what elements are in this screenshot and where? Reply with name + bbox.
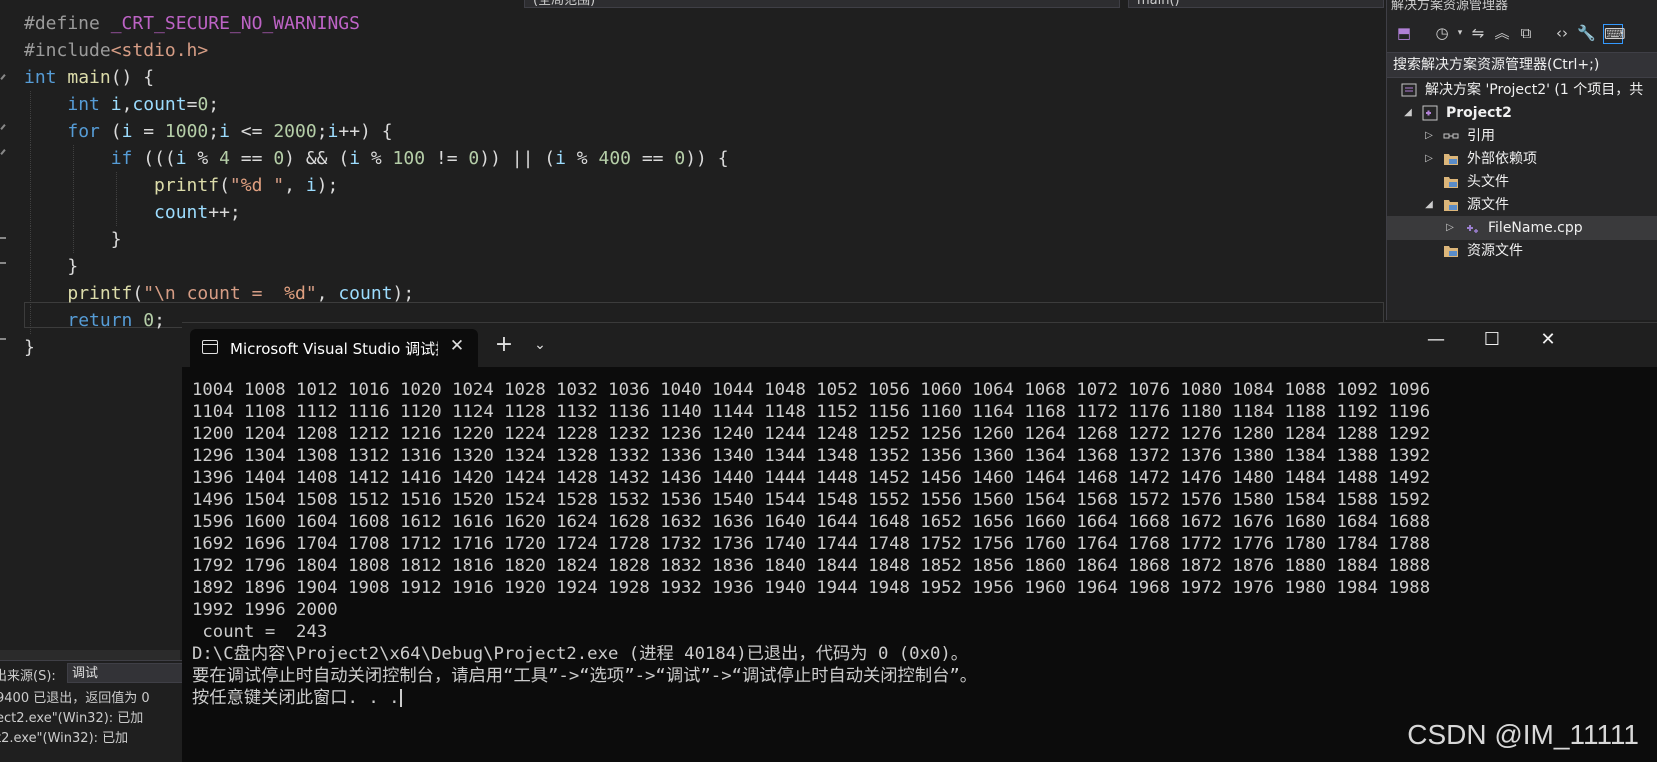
references-icon <box>1443 128 1459 144</box>
collapse-end-marker <box>0 338 6 340</box>
chevron-down-icon[interactable]: ⌄ <box>528 333 552 357</box>
cpp-file-icon <box>1464 220 1480 236</box>
scope-combo[interactable]: (全局范围) <box>524 0 1120 8</box>
debug-console-window[interactable]: Microsoft Visual Studio 调试控制台 ✕ + ⌄ — ☐ … <box>182 322 1657 762</box>
code-line: } <box>24 226 1384 253</box>
console-line: 1892 1896 1904 1908 1912 1916 1920 1924 … <box>192 578 1431 598</box>
collapse-arrow-icon[interactable]: ◢ <box>1402 101 1414 125</box>
code-line: printf("\n count = %d", count); <box>24 280 1384 307</box>
solution-explorer-toolbar: ⬒ ◷ ▾ ⇋ ︽ ⧉ ‹› 🔧 ⌨ <box>1387 20 1657 48</box>
tree-item[interactable]: 解决方案 'Project2' (1 个项目，共 <box>1387 78 1657 102</box>
code-line: count++; <box>24 199 1384 226</box>
tree-item-label: 头文件 <box>1467 174 1509 190</box>
console-tab[interactable]: Microsoft Visual Studio 调试控制台 ✕ <box>190 329 478 367</box>
editor-horizontal-scrollbar[interactable] <box>0 650 180 660</box>
tree-item-label: 解决方案 'Project2' (1 个项目，共 <box>1425 82 1644 98</box>
solution-explorer-title: 解决方案资源管理器 <box>1391 0 1509 13</box>
tree-item-label: 外部依赖项 <box>1467 151 1537 167</box>
console-tab-bar: Microsoft Visual Studio 调试控制台 ✕ + ⌄ — ☐ … <box>182 323 1657 367</box>
console-tab-title: Microsoft Visual Studio 调试控制台 <box>230 340 438 358</box>
tree-item[interactable]: ▷ 引用 <box>1387 124 1657 148</box>
console-line: 1104 1108 1112 1116 1120 1124 1128 1132 … <box>192 402 1431 422</box>
code-line: #include<stdio.h> <box>24 40 209 61</box>
chevron-down-icon[interactable]: ▾ <box>1451 24 1469 42</box>
console-line: 1596 1600 1604 1608 1612 1616 1620 1624 … <box>192 512 1431 532</box>
collapse-marker[interactable] <box>0 149 6 155</box>
console-line: D:\C盘内容\Project2\x64\Debug\Project2.exe … <box>192 644 969 664</box>
tree-item-label: FileName.cpp <box>1488 220 1583 236</box>
console-line: 1296 1304 1308 1312 1316 1320 1324 1328 … <box>192 446 1431 466</box>
output-source-select[interactable]: 调试 <box>67 663 187 683</box>
project-icon <box>1422 105 1438 121</box>
tree-item[interactable]: ◢ 源文件 <box>1387 193 1657 217</box>
collapse-end-marker <box>0 262 6 264</box>
tree-item[interactable]: 资源文件 <box>1387 239 1657 263</box>
code-line: int i,count=0; <box>24 91 1384 118</box>
collapse-all-icon[interactable]: ︽ <box>1493 24 1511 42</box>
code-line: printf("%d ", i); <box>24 172 1384 199</box>
output-source-label: 出来源(S): <box>0 669 56 684</box>
history-icon[interactable]: ◷ <box>1433 24 1451 42</box>
console-icon <box>202 340 218 354</box>
console-line: 1792 1796 1804 1808 1812 1816 1820 1824 … <box>192 556 1431 576</box>
console-line: 1992 1996 2000 <box>192 600 338 620</box>
collapse-marker[interactable] <box>0 74 6 80</box>
close-tab-icon[interactable]: ✕ <box>446 335 468 357</box>
maximize-icon[interactable]: ☐ <box>1464 323 1520 357</box>
console-line: 按任意键关闭此窗口. . . <box>192 688 402 708</box>
expand-arrow-icon[interactable]: ▷ <box>1423 124 1435 148</box>
tree-item-label: Project2 <box>1446 105 1512 121</box>
minimize-icon[interactable]: — <box>1408 323 1464 357</box>
preview-selected-icon[interactable]: ⌨ <box>1603 24 1626 44</box>
code-line: #define _CRT_SECURE_NO_WARNINGS <box>24 13 360 34</box>
solution-explorer: 解决方案资源管理器 ⬒ ◷ ▾ ⇋ ︽ ⧉ ‹› 🔧 ⌨ 搜索解决方案资源管理器… <box>1386 0 1657 320</box>
collapse-arrow-icon[interactable]: ◢ <box>1423 193 1435 217</box>
code-line: } <box>24 253 1384 280</box>
solution-icon <box>1401 82 1417 98</box>
folder-icon <box>1443 174 1459 190</box>
console-line: 1396 1404 1408 1412 1416 1420 1424 1428 … <box>192 468 1431 488</box>
console-line: 1200 1204 1208 1212 1216 1220 1224 1228 … <box>192 424 1431 444</box>
console-line: 要在调试停止时自动关闭控制台，请启用“工具”->“选项”->“调试”->“调试停… <box>192 666 978 686</box>
tree-item-label: 源文件 <box>1467 197 1509 213</box>
function-combo[interactable]: main() <box>1128 0 1384 8</box>
close-window-icon[interactable]: ✕ <box>1520 323 1576 357</box>
navigation-bar: (全局范围) main() <box>0 0 1386 10</box>
new-tab-icon[interactable]: + <box>492 333 516 357</box>
code-line: int main() { <box>24 67 155 88</box>
code-view-icon[interactable]: ‹› <box>1553 24 1571 42</box>
tree-item[interactable]: ◢ Project2 <box>1387 101 1657 125</box>
folder-icon <box>1443 243 1459 259</box>
text-cursor <box>399 689 402 707</box>
expand-arrow-icon[interactable]: ▷ <box>1444 216 1456 240</box>
properties-wrench-icon[interactable]: 🔧 <box>1577 24 1596 42</box>
output-line: t2.exe"(Win32): 已加 <box>0 731 129 746</box>
collapse-end-marker <box>0 237 6 239</box>
tree-item[interactable]: 头文件 <box>1387 170 1657 194</box>
folder-icon <box>1443 151 1459 167</box>
watermark: CSDN @IM_11111 <box>1407 719 1639 750</box>
code-line: if (((i % 4 == 0) && (i % 100 != 0)) || … <box>24 145 1384 172</box>
solution-search-input[interactable]: 搜索解决方案资源管理器(Ctrl+;) <box>1387 52 1657 78</box>
tree-item[interactable]: ▷ FileName.cpp <box>1387 216 1657 240</box>
sync-icon[interactable]: ⇋ <box>1469 24 1487 42</box>
collapse-marker[interactable] <box>0 124 6 130</box>
tree-item-label: 引用 <box>1467 128 1495 144</box>
console-line: 1004 1008 1012 1016 1020 1024 1028 1032 … <box>192 380 1431 400</box>
output-panel: 出来源(S): 调试 9400 已退出，返回值为 0 ect2.exe"(Win… <box>0 660 190 762</box>
expand-arrow-icon[interactable]: ▷ <box>1423 147 1435 171</box>
console-line: 1692 1696 1704 1708 1712 1716 1720 1724 … <box>192 534 1431 554</box>
tree-item[interactable]: ▷ 外部依赖项 <box>1387 147 1657 171</box>
show-all-files-icon[interactable]: ⧉ <box>1517 24 1535 42</box>
switch-views-icon[interactable]: ⬒ <box>1395 24 1413 42</box>
console-line: count = 243 <box>192 622 328 642</box>
code-line: for (i = 1000;i <= 2000;i++) { <box>24 118 1384 145</box>
console-line: 1496 1504 1508 1512 1516 1520 1524 1528 … <box>192 490 1431 510</box>
code-area[interactable]: #define _CRT_SECURE_NO_WARNINGS #include… <box>24 10 1384 361</box>
console-output[interactable]: 1004 1008 1012 1016 1020 1024 1028 1032 … <box>192 379 1652 709</box>
folder-icon <box>1443 197 1459 213</box>
output-line: ect2.exe"(Win32): 已加 <box>0 711 144 726</box>
output-line: 9400 已退出，返回值为 0 <box>0 691 150 706</box>
tree-item-label: 资源文件 <box>1467 243 1523 259</box>
